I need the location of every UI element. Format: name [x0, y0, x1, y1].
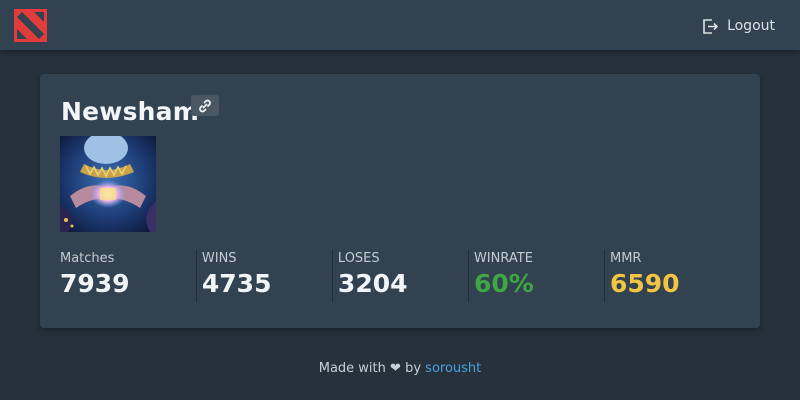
stat-wins: WINS 4735	[195, 250, 332, 302]
stat-value: 6590	[609, 269, 680, 298]
stat-value: 3204	[337, 269, 408, 298]
stat-value: 7939	[60, 269, 130, 298]
player-card: Newsham Matches 7939 WINS 4735 LOSES 320…	[40, 74, 760, 328]
player-avatar	[60, 136, 156, 232]
stat-mmr: MMR 6590	[603, 250, 740, 302]
dota-logo-icon[interactable]	[14, 9, 47, 42]
top-navbar: Logout	[0, 0, 800, 50]
logout-icon	[703, 18, 719, 34]
author-link[interactable]: sorousht	[425, 361, 481, 376]
stat-value: 60%	[473, 269, 534, 298]
stat-label: WINRATE	[473, 251, 533, 266]
heart-icon: ❤	[390, 361, 401, 376]
link-icon	[199, 99, 211, 112]
footer: Made with ❤ by sorousht	[0, 361, 800, 376]
stat-label: WINS	[201, 251, 237, 266]
stat-label: LOSES	[337, 251, 380, 266]
stat-value: 4735	[201, 269, 272, 298]
stat-loses: LOSES 3204	[331, 250, 468, 302]
footer-by: by	[405, 361, 422, 376]
stat-label: Matches	[60, 251, 115, 266]
stat-label: MMR	[609, 251, 642, 266]
stat-matches: Matches 7939	[60, 250, 196, 302]
stats-row: Matches 7939 WINS 4735 LOSES 3204 WINRAT…	[60, 250, 740, 302]
logout-label: Logout	[727, 18, 775, 34]
profile-link-button[interactable]	[191, 95, 219, 116]
stat-winrate: WINRATE 60%	[467, 250, 604, 302]
player-name: Newsham	[61, 97, 199, 126]
footer-made-with: Made with	[318, 361, 386, 376]
logout-button[interactable]: Logout	[702, 16, 775, 36]
